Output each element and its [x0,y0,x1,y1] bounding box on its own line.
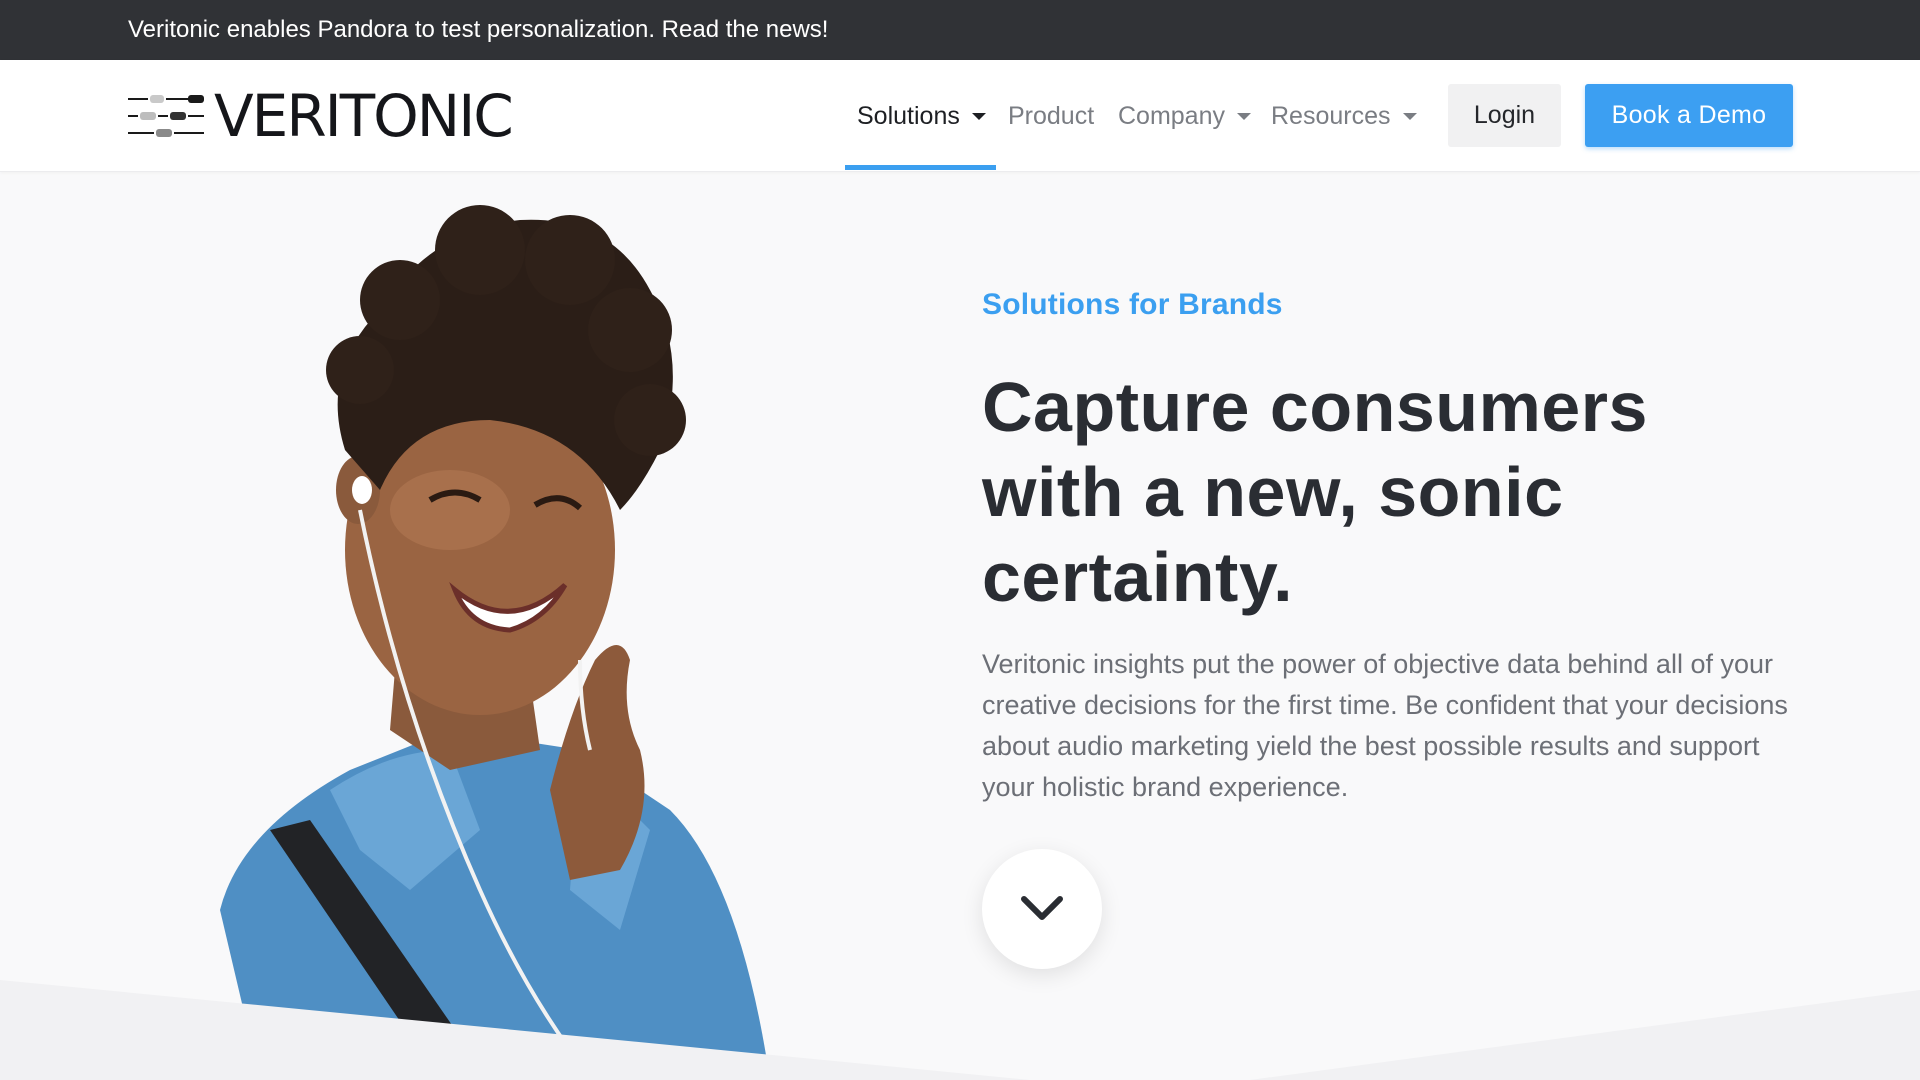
section-divider-shape [0,980,1920,1080]
announcement-bar[interactable]: Veritonic enables Pandora to test person… [0,0,1920,60]
scroll-down-button[interactable] [982,849,1102,969]
nav-item-company[interactable]: Company [1118,60,1251,172]
caret-down-icon [1237,112,1251,120]
book-demo-button[interactable]: Book a Demo [1585,84,1793,147]
nav-item-resources-label: Resources [1271,101,1391,130]
logo-mark-icon [128,95,204,137]
hero-portrait-image [220,205,770,1080]
nav-item-resources[interactable]: Resources [1271,60,1417,172]
caret-down-icon [1402,112,1417,120]
active-nav-indicator [845,165,996,170]
nav-item-solutions-label: Solutions [857,101,960,130]
announcement-text[interactable]: Veritonic enables Pandora to test person… [128,16,828,44]
nav-item-solutions[interactable]: Solutions [857,60,986,172]
chevron-down-icon [1021,896,1063,920]
brand-logo[interactable]: VERITONIC [128,82,514,150]
caret-down-icon [971,112,986,120]
brand-wordmark: VERITONIC [214,82,514,150]
hero-headline: Capture consumers with a new, sonic cert… [982,368,1648,616]
nav-item-product[interactable]: Product [1008,60,1094,172]
nav-item-product-label: Product [1008,101,1095,130]
login-button[interactable]: Login [1448,84,1561,147]
hero-body: Veritonic insights put the power of obje… [982,649,1788,802]
nav-item-company-label: Company [1118,101,1225,130]
hero-kicker: Solutions for Brands [982,288,1283,321]
